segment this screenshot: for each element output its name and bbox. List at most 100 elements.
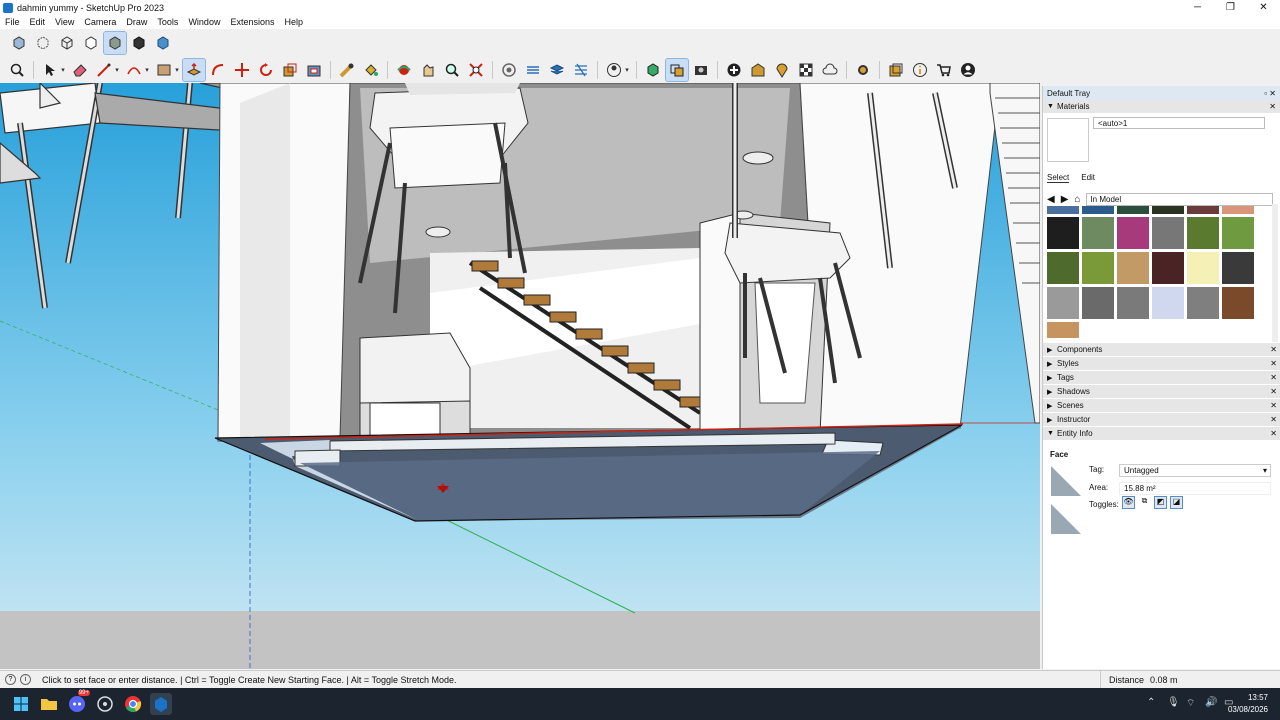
info-status-icon[interactable]: i [20, 674, 31, 685]
close-icon[interactable]: ✕ [1270, 359, 1277, 368]
rectangle-tool-icon[interactable] [153, 59, 175, 81]
components-window-icon[interactable] [665, 57, 689, 82]
close-icon[interactable]: ✕ [1270, 401, 1277, 410]
eraser-tool-icon[interactable] [69, 59, 91, 81]
app-icon[interactable] [94, 693, 116, 715]
orbit-tool-icon[interactable] [393, 59, 415, 81]
pan-tool-icon[interactable] [417, 59, 439, 81]
menu-tools[interactable]: Tools [152, 17, 183, 27]
home-icon[interactable]: ⌂ [1074, 194, 1080, 205]
layers-icon[interactable] [546, 59, 568, 81]
push-pull-tool-icon[interactable] [182, 57, 206, 82]
tab-edit[interactable]: Edit [1081, 173, 1095, 183]
material-swatch[interactable] [1187, 217, 1219, 249]
materials-section-header[interactable]: ▼ Materials ✕ [1043, 100, 1280, 114]
material-swatch[interactable] [1117, 206, 1149, 214]
file-explorer-icon[interactable] [38, 693, 60, 715]
material-swatch[interactable] [1187, 206, 1219, 214]
chevron-down-icon[interactable]: ▾ [143, 66, 151, 74]
shaded-style-button[interactable] [103, 30, 127, 55]
zoom-extents-tool-icon[interactable] [465, 59, 487, 81]
receive-shadows-toggle-icon[interactable]: ◪ [1170, 496, 1183, 509]
layout-icon[interactable] [885, 59, 907, 81]
material-swatch[interactable] [1187, 287, 1219, 319]
material-swatch[interactable] [1222, 217, 1254, 249]
tray-controls[interactable]: ▫ ✕ [1264, 89, 1276, 98]
wifi-icon[interactable]: ⌔ [1186, 697, 1195, 710]
match-photo-icon[interactable] [690, 59, 712, 81]
swatch-scrollbar[interactable] [1272, 204, 1278, 342]
chevron-down-icon[interactable]: ▾ [113, 66, 121, 74]
close-icon[interactable]: ✕ [1269, 102, 1276, 111]
restore-button[interactable]: ❐ [1214, 0, 1247, 15]
scale-tool-icon[interactable] [279, 59, 301, 81]
offset-tool-icon[interactable] [303, 59, 325, 81]
close-icon[interactable]: ✕ [1270, 373, 1277, 382]
arc-tool-icon[interactable] [123, 59, 145, 81]
material-swatch[interactable] [1222, 252, 1254, 284]
move-tool-icon[interactable] [231, 59, 253, 81]
account-icon[interactable] [603, 59, 625, 81]
visibility-toggle-icon[interactable]: 👁 [1122, 496, 1135, 509]
menu-extensions[interactable]: Extensions [225, 17, 279, 27]
windows-start-icon[interactable] [10, 693, 32, 715]
lock-toggle-icon[interactable]: ⧉ [1138, 496, 1151, 509]
cast-shadows-toggle-icon[interactable]: ◩ [1154, 496, 1167, 509]
select-tool-icon[interactable] [39, 59, 61, 81]
sketchup-taskbar-icon[interactable] [150, 693, 172, 715]
extension-warehouse-icon[interactable] [747, 59, 769, 81]
close-icon[interactable]: ✕ [1270, 415, 1277, 424]
microphone-icon[interactable]: 🎙 [1167, 697, 1180, 708]
extension-manager-icon[interactable] [852, 59, 874, 81]
chevron-down-icon[interactable]: ▾ [623, 66, 631, 74]
library-select[interactable]: In Model [1086, 193, 1273, 206]
minimize-button[interactable]: ─ [1181, 0, 1214, 15]
cart-icon[interactable] [933, 59, 955, 81]
close-icon[interactable]: ✕ [1270, 345, 1277, 354]
chevron-up-icon[interactable]: ⌃ [1147, 697, 1155, 708]
tape-measure-tool-icon[interactable] [336, 59, 358, 81]
material-swatch[interactable] [1047, 322, 1079, 338]
menu-help[interactable]: Help [279, 17, 308, 27]
material-swatch[interactable] [1152, 217, 1184, 249]
material-swatch[interactable] [1047, 287, 1079, 319]
menu-edit[interactable]: Edit [25, 17, 51, 27]
rotate-tool-icon[interactable] [255, 59, 277, 81]
components-section-header[interactable]: ▶ Components ✕ [1043, 343, 1280, 357]
face-front-material-icon[interactable] [1051, 466, 1081, 496]
discord-icon[interactable]: 99+ [66, 690, 90, 715]
tag-select[interactable]: Untagged ▾ [1119, 464, 1271, 477]
measurements-box[interactable]: Distance 0.08 m [1100, 671, 1280, 689]
profile-icon[interactable] [957, 59, 979, 81]
styles-section-header[interactable]: ▶ Styles ✕ [1043, 357, 1280, 371]
scenes-section-header[interactable]: ▶ Scenes ✕ [1043, 399, 1280, 413]
tags-section-header[interactable]: ▶ Tags ✕ [1043, 371, 1280, 385]
shadows-section-header[interactable]: ▶ Shadows ✕ [1043, 385, 1280, 399]
face-back-material-icon[interactable] [1051, 504, 1081, 534]
solid-tools-icon[interactable] [642, 59, 664, 81]
entity-info-section-header[interactable]: ▼ Entity Info ✕ [1043, 427, 1280, 441]
sandbox-icon[interactable] [570, 59, 592, 81]
menu-draw[interactable]: Draw [121, 17, 152, 27]
xray-style-button[interactable] [8, 32, 30, 54]
material-swatch[interactable] [1152, 206, 1184, 214]
close-button[interactable]: ✕ [1247, 0, 1280, 15]
menu-view[interactable]: View [50, 17, 79, 27]
add-location-icon[interactable] [723, 59, 745, 81]
material-swatch[interactable] [1082, 287, 1114, 319]
material-swatch[interactable] [1082, 206, 1114, 214]
section-plane-icon[interactable] [522, 59, 544, 81]
material-name-field[interactable]: <auto>1 [1093, 117, 1265, 129]
material-swatch[interactable] [1187, 252, 1219, 284]
wireframe-style-button[interactable] [56, 32, 78, 54]
close-icon[interactable]: ✕ [1270, 387, 1277, 396]
paint-bucket-tool-icon[interactable] [360, 59, 382, 81]
material-swatch[interactable] [1117, 287, 1149, 319]
material-swatch[interactable] [1152, 287, 1184, 319]
material-swatch[interactable] [1117, 252, 1149, 284]
shaded-textures-style-button[interactable] [128, 32, 150, 54]
menu-camera[interactable]: Camera [79, 17, 121, 27]
material-swatch[interactable] [1082, 217, 1114, 249]
material-swatch[interactable] [1047, 217, 1079, 249]
zoom-window-icon[interactable] [6, 59, 28, 81]
